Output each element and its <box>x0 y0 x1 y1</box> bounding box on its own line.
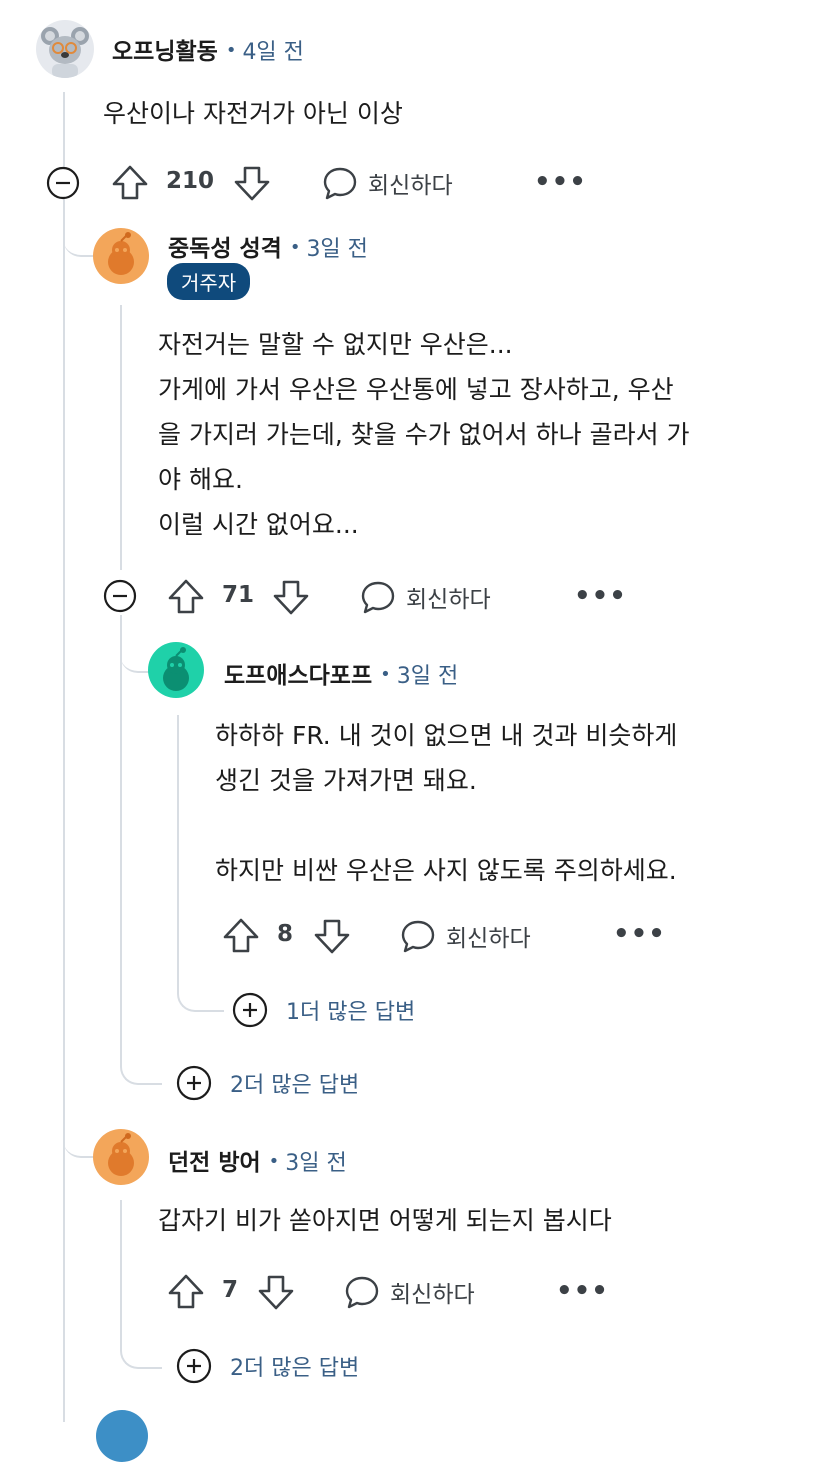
more-replies-label: 1더 많은 답변 <box>286 1000 416 1025</box>
downvote-icon <box>258 1275 294 1310</box>
downvote-button[interactable] <box>256 1272 296 1312</box>
upvote-icon <box>168 1274 204 1309</box>
upvote-button[interactable] <box>221 916 261 956</box>
reply-label: 회신하다 <box>390 1282 475 1308</box>
separator-dot: • <box>268 1151 280 1172</box>
more-replies-link[interactable]: 2더 많은 답변 <box>176 1065 359 1101</box>
comment-icon <box>401 920 435 953</box>
comment-time: 3일 전 <box>396 664 459 689</box>
comment-username[interactable]: 도프애스다포프 • 3일 전 <box>224 656 458 690</box>
snoo-avatar-icon[interactable] <box>93 1129 149 1185</box>
reply-button[interactable]: 회신하다 <box>344 1274 475 1310</box>
thread-branch-c4 <box>63 1110 93 1158</box>
thread-connector-c4 <box>120 1200 162 1369</box>
reply-label: 회신하다 <box>446 926 531 952</box>
upvote-button[interactable] <box>110 163 150 203</box>
thread-branch-c3 <box>120 625 150 673</box>
comment-username[interactable]: 중독성 성격 • 3일 전 <box>168 229 368 263</box>
separator-dot: • <box>289 237 301 258</box>
reply-button[interactable]: 회신하다 <box>360 579 491 615</box>
more-replies-label: 2더 많은 답변 <box>230 1073 360 1098</box>
vote-score: 210 <box>166 168 215 194</box>
downvote-button[interactable] <box>312 916 352 956</box>
comment-time: 4일 전 <box>242 40 304 65</box>
upvote-icon <box>112 165 148 200</box>
thread-connector-c3 <box>177 905 224 1012</box>
separator-dot: • <box>225 40 237 61</box>
more-options-button[interactable]: ••• <box>556 1276 609 1306</box>
collapse-button[interactable] <box>46 166 80 204</box>
upvote-button[interactable] <box>166 577 206 617</box>
comment-body: 하하하 FR. 내 것이 없으면 내 것과 비슷하게 생긴 것을 가져가면 돼요… <box>215 721 678 885</box>
downvote-button[interactable] <box>271 577 311 617</box>
more-options-button[interactable]: ••• <box>534 167 587 197</box>
comment-icon <box>361 581 395 614</box>
reply-button[interactable]: 회신하다 <box>400 918 531 954</box>
comment-username[interactable]: 오프닝활동 • 4일 전 <box>112 32 304 66</box>
upvote-button[interactable] <box>166 1272 206 1312</box>
downvote-icon <box>314 919 350 954</box>
thread-branch-c2 <box>63 205 93 257</box>
more-options-button[interactable]: ••• <box>613 919 666 949</box>
more-options-button[interactable]: ••• <box>574 581 627 611</box>
reply-label: 회신하다 <box>368 173 453 199</box>
collapse-icon <box>46 166 80 200</box>
comment-icon <box>345 1276 379 1309</box>
thread-line-c2 <box>120 305 122 570</box>
comment-body: 자전거는 말할 수 없지만 우산은... 가게에 가서 우산은 우산통에 넣고 … <box>158 330 690 539</box>
user-flair-badge: 거주자 <box>167 263 251 300</box>
separator-dot: • <box>380 664 391 685</box>
comment-body: 갑자기 비가 쏟아지면 어떻게 되는지 봅시다 <box>158 1206 612 1235</box>
downvote-button[interactable] <box>232 163 272 203</box>
upvote-icon <box>223 918 259 953</box>
thread-line-c3 <box>177 715 179 905</box>
vote-score: 71 <box>222 582 255 608</box>
downvote-icon <box>234 166 270 201</box>
snoo-avatar-icon[interactable] <box>93 228 149 284</box>
more-replies-link[interactable]: 1더 많은 답변 <box>232 992 415 1028</box>
koala-avatar-icon[interactable] <box>36 20 94 78</box>
snoo-avatar-icon[interactable] <box>148 642 204 698</box>
more-replies-link[interactable]: 2더 많은 답변 <box>176 1348 359 1384</box>
comment-icon <box>323 167 357 200</box>
collapse-button[interactable] <box>103 579 137 617</box>
expand-plus-icon <box>176 1348 212 1384</box>
downvote-icon <box>273 580 309 615</box>
reply-button[interactable]: 회신하다 <box>322 165 453 201</box>
vote-score: 7 <box>222 1277 239 1303</box>
collapse-icon <box>103 579 137 613</box>
thread-line-root <box>63 92 65 1422</box>
vote-score: 8 <box>277 921 294 947</box>
expand-plus-icon <box>232 992 268 1028</box>
comment-username[interactable]: 던전 방어 • 3일 전 <box>168 1143 347 1177</box>
reply-label: 회신하다 <box>406 587 491 613</box>
expand-plus-icon <box>176 1065 212 1101</box>
more-replies-label: 2더 많은 답변 <box>230 1356 360 1381</box>
comment-body: 우산이나 자전거가 아닌 이상 <box>103 99 403 128</box>
upvote-icon <box>168 579 204 614</box>
comment-time: 3일 전 <box>306 237 368 262</box>
comment-time: 3일 전 <box>285 1151 347 1176</box>
